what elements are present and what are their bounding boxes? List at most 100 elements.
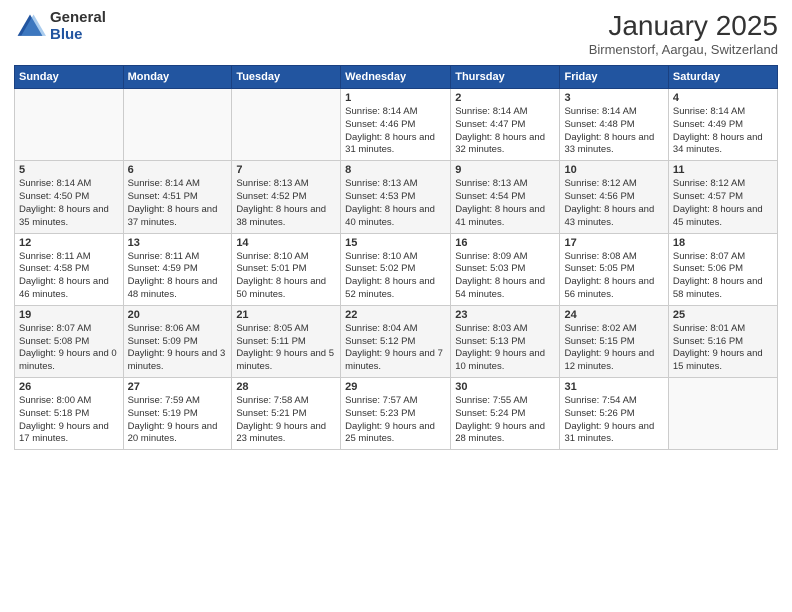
calendar-cell: 14 Sunrise: 8:10 AM Sunset: 5:01 PM Dayli… xyxy=(232,233,341,305)
calendar-week-row: 26 Sunrise: 8:00 AM Sunset: 5:18 PM Dayli… xyxy=(15,378,778,450)
calendar-cell: 7 Sunrise: 8:13 AM Sunset: 4:52 PM Daylig… xyxy=(232,161,341,233)
calendar-cell: 8 Sunrise: 8:13 AM Sunset: 4:53 PM Daylig… xyxy=(341,161,451,233)
calendar-cell: 2 Sunrise: 8:14 AM Sunset: 4:47 PM Daylig… xyxy=(451,89,560,161)
calendar-cell: 17 Sunrise: 8:08 AM Sunset: 5:05 PM Dayli… xyxy=(560,233,668,305)
day-info: Sunrise: 7:59 AM Sunset: 5:19 PM Dayligh… xyxy=(128,395,228,446)
day-info: Sunrise: 8:10 AM Sunset: 5:01 PM Dayligh… xyxy=(236,251,336,302)
day-number: 23 xyxy=(455,309,555,321)
calendar-cell: 29 Sunrise: 7:57 AM Sunset: 5:23 PM Dayli… xyxy=(341,378,451,450)
day-info: Sunrise: 8:14 AM Sunset: 4:49 PM Dayligh… xyxy=(673,106,773,157)
day-number: 24 xyxy=(564,309,663,321)
logo: General Blue xyxy=(14,10,106,43)
day-number: 8 xyxy=(345,164,446,176)
day-info: Sunrise: 8:13 AM Sunset: 4:54 PM Dayligh… xyxy=(455,178,555,229)
calendar-cell: 1Sunrise: 8:14 AM Sunset: 4:46 PM Daylig… xyxy=(341,89,451,161)
day-info: Sunrise: 7:57 AM Sunset: 5:23 PM Dayligh… xyxy=(345,395,446,446)
day-info: Sunrise: 8:08 AM Sunset: 5:05 PM Dayligh… xyxy=(564,251,663,302)
day-number: 15 xyxy=(345,237,446,249)
day-number: 3 xyxy=(564,92,663,104)
day-number: 31 xyxy=(564,381,663,393)
day-info: Sunrise: 8:14 AM Sunset: 4:47 PM Dayligh… xyxy=(455,106,555,157)
calendar-cell: 28Sunrise: 7:58 AM Sunset: 5:21 PM Dayli… xyxy=(232,378,341,450)
calendar-cell: 22Sunrise: 8:04 AM Sunset: 5:12 PM Dayli… xyxy=(341,305,451,377)
calendar-cell: 26 Sunrise: 8:00 AM Sunset: 5:18 PM Dayli… xyxy=(15,378,124,450)
day-info: Sunrise: 8:11 AM Sunset: 4:59 PM Dayligh… xyxy=(128,251,228,302)
calendar-cell: 13Sunrise: 8:11 AM Sunset: 4:59 PM Dayli… xyxy=(123,233,232,305)
day-info: Sunrise: 8:06 AM Sunset: 5:09 PM Dayligh… xyxy=(128,323,228,374)
day-info: Sunrise: 8:00 AM Sunset: 5:18 PM Dayligh… xyxy=(19,395,119,446)
day-info: Sunrise: 8:07 AM Sunset: 5:08 PM Dayligh… xyxy=(19,323,119,374)
day-number: 9 xyxy=(455,164,555,176)
day-info: Sunrise: 8:14 AM Sunset: 4:50 PM Dayligh… xyxy=(19,178,119,229)
day-number: 20 xyxy=(128,309,228,321)
calendar-header-friday: Friday xyxy=(560,66,668,89)
calendar-cell: 11Sunrise: 8:12 AM Sunset: 4:57 PM Dayli… xyxy=(668,161,777,233)
calendar-header-sunday: Sunday xyxy=(15,66,124,89)
day-number: 2 xyxy=(455,92,555,104)
calendar-cell: 6 Sunrise: 8:14 AM Sunset: 4:51 PM Daylig… xyxy=(123,161,232,233)
calendar-cell: 3Sunrise: 8:14 AM Sunset: 4:48 PM Daylig… xyxy=(560,89,668,161)
calendar-header-tuesday: Tuesday xyxy=(232,66,341,89)
day-info: Sunrise: 8:10 AM Sunset: 5:02 PM Dayligh… xyxy=(345,251,446,302)
calendar-cell: 4 Sunrise: 8:14 AM Sunset: 4:49 PM Daylig… xyxy=(668,89,777,161)
day-number: 1 xyxy=(345,92,446,104)
calendar-cell: 5Sunrise: 8:14 AM Sunset: 4:50 PM Daylig… xyxy=(15,161,124,233)
logo-general-text: General xyxy=(50,10,106,27)
day-info: Sunrise: 8:13 AM Sunset: 4:52 PM Dayligh… xyxy=(236,178,336,229)
header: General Blue January 2025 Birmenstorf, A… xyxy=(14,10,778,57)
day-info: Sunrise: 8:01 AM Sunset: 5:16 PM Dayligh… xyxy=(673,323,773,374)
calendar-header-monday: Monday xyxy=(123,66,232,89)
logo-blue-text: Blue xyxy=(50,27,106,44)
day-info: Sunrise: 8:09 AM Sunset: 5:03 PM Dayligh… xyxy=(455,251,555,302)
calendar-cell: 21Sunrise: 8:05 AM Sunset: 5:11 PM Dayli… xyxy=(232,305,341,377)
day-info: Sunrise: 8:12 AM Sunset: 4:57 PM Dayligh… xyxy=(673,178,773,229)
day-number: 7 xyxy=(236,164,336,176)
day-info: Sunrise: 8:13 AM Sunset: 4:53 PM Dayligh… xyxy=(345,178,446,229)
location: Birmenstorf, Aargau, Switzerland xyxy=(589,42,778,57)
calendar-week-row: 12 Sunrise: 8:11 AM Sunset: 4:58 PM Dayli… xyxy=(15,233,778,305)
day-number: 27 xyxy=(128,381,228,393)
calendar-table: SundayMondayTuesdayWednesdayThursdayFrid… xyxy=(14,65,778,450)
calendar-cell: 12 Sunrise: 8:11 AM Sunset: 4:58 PM Dayli… xyxy=(15,233,124,305)
day-number: 6 xyxy=(128,164,228,176)
calendar-cell: 24 Sunrise: 8:02 AM Sunset: 5:15 PM Dayli… xyxy=(560,305,668,377)
day-number: 14 xyxy=(236,237,336,249)
calendar-header-row: SundayMondayTuesdayWednesdayThursdayFrid… xyxy=(15,66,778,89)
day-info: Sunrise: 8:14 AM Sunset: 4:51 PM Dayligh… xyxy=(128,178,228,229)
day-number: 18 xyxy=(673,237,773,249)
calendar-cell: 19 Sunrise: 8:07 AM Sunset: 5:08 PM Dayli… xyxy=(15,305,124,377)
calendar-cell: 27 Sunrise: 7:59 AM Sunset: 5:19 PM Dayli… xyxy=(123,378,232,450)
calendar-header-wednesday: Wednesday xyxy=(341,66,451,89)
day-number: 30 xyxy=(455,381,555,393)
calendar-cell xyxy=(232,89,341,161)
calendar-cell: 30 Sunrise: 7:55 AM Sunset: 5:24 PM Dayli… xyxy=(451,378,560,450)
calendar-cell: 25 Sunrise: 8:01 AM Sunset: 5:16 PM Dayli… xyxy=(668,305,777,377)
calendar-cell: 9 Sunrise: 8:13 AM Sunset: 4:54 PM Daylig… xyxy=(451,161,560,233)
calendar-cell xyxy=(668,378,777,450)
day-number: 26 xyxy=(19,381,119,393)
day-number: 4 xyxy=(673,92,773,104)
calendar-week-row: 19 Sunrise: 8:07 AM Sunset: 5:08 PM Dayli… xyxy=(15,305,778,377)
day-info: Sunrise: 8:07 AM Sunset: 5:06 PM Dayligh… xyxy=(673,251,773,302)
day-number: 29 xyxy=(345,381,446,393)
day-info: Sunrise: 7:54 AM Sunset: 5:26 PM Dayligh… xyxy=(564,395,663,446)
month-title: January 2025 xyxy=(589,10,778,42)
calendar-cell: 10 Sunrise: 8:12 AM Sunset: 4:56 PM Dayli… xyxy=(560,161,668,233)
day-number: 10 xyxy=(564,164,663,176)
day-info: Sunrise: 8:04 AM Sunset: 5:12 PM Dayligh… xyxy=(345,323,446,374)
day-info: Sunrise: 8:02 AM Sunset: 5:15 PM Dayligh… xyxy=(564,323,663,374)
title-block: January 2025 Birmenstorf, Aargau, Switze… xyxy=(589,10,778,57)
day-info: Sunrise: 7:58 AM Sunset: 5:21 PM Dayligh… xyxy=(236,395,336,446)
day-number: 25 xyxy=(673,309,773,321)
calendar-cell: 18 Sunrise: 8:07 AM Sunset: 5:06 PM Dayli… xyxy=(668,233,777,305)
day-number: 19 xyxy=(19,309,119,321)
day-number: 12 xyxy=(19,237,119,249)
calendar-header-saturday: Saturday xyxy=(668,66,777,89)
calendar-cell xyxy=(15,89,124,161)
calendar-week-row: 1Sunrise: 8:14 AM Sunset: 4:46 PM Daylig… xyxy=(15,89,778,161)
day-number: 17 xyxy=(564,237,663,249)
calendar-cell: 16Sunrise: 8:09 AM Sunset: 5:03 PM Dayli… xyxy=(451,233,560,305)
day-info: Sunrise: 8:11 AM Sunset: 4:58 PM Dayligh… xyxy=(19,251,119,302)
day-info: Sunrise: 7:55 AM Sunset: 5:24 PM Dayligh… xyxy=(455,395,555,446)
day-info: Sunrise: 8:12 AM Sunset: 4:56 PM Dayligh… xyxy=(564,178,663,229)
